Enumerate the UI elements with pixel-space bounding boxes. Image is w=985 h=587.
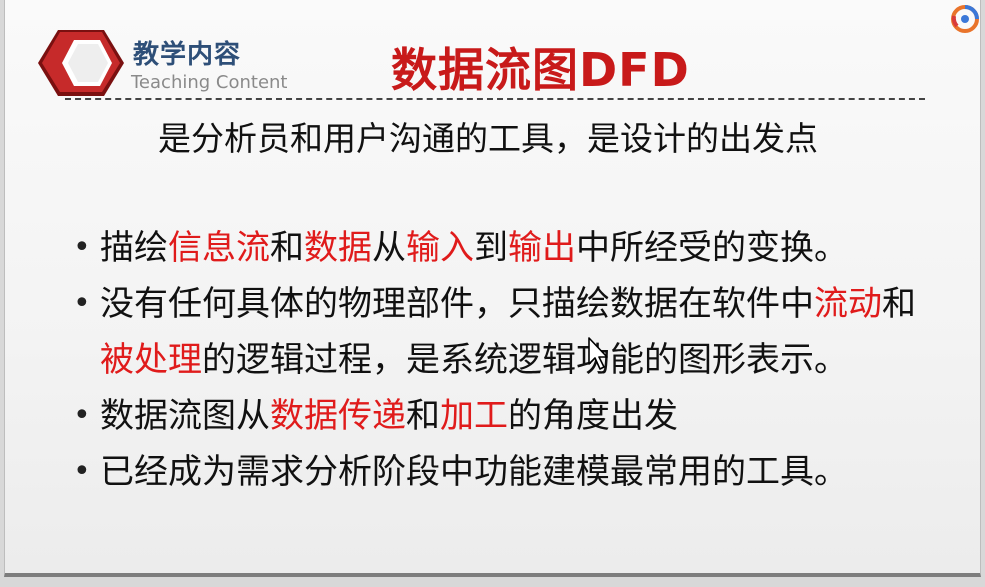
highlight-text: 信息流 [168, 228, 270, 268]
bullet-text: 从 [372, 228, 406, 268]
bullet-text: 和 [882, 284, 916, 324]
highlight-text: 输入 [406, 228, 474, 268]
bullet-text: 描绘 [100, 228, 168, 268]
bullet-text: 已经成为需求分析阶段中功能建模最常用的工具。 [100, 452, 848, 492]
bullet-text: 数据流图从 [100, 396, 270, 436]
hexagon-badge-icon [38, 30, 124, 96]
bullet-text: 和 [270, 228, 304, 268]
highlight-text: 加工 [440, 396, 508, 436]
section-title-en: Teaching Content [131, 72, 288, 93]
bullet-text: 和 [406, 396, 440, 436]
highlight-text: 输出 [508, 228, 576, 268]
highlight-text: 被处理 [100, 340, 202, 380]
section-title-cn: 教学内容 [133, 40, 242, 70]
bullet-dot-icon: • [73, 230, 91, 265]
slide: 教学内容 Teaching Content 数据流图DFD 是分析员和用户沟通的… [4, 0, 981, 577]
highlight-text: 流动 [814, 284, 882, 324]
bullet-text: 到 [474, 228, 508, 268]
bullet-text: 中所经受的变换。 [576, 228, 848, 268]
bullet-item: • 没有任何具体的物理部件，只描绘数据在软件中流动和被处理的逻辑过程，是系统逻辑功… [67, 276, 942, 388]
app-logo-icon[interactable] [950, 4, 980, 34]
mouse-cursor-icon [588, 337, 608, 370]
bullet-item: • 已经成为需求分析阶段中功能建模最常用的工具。 [67, 444, 942, 500]
bullet-dot-icon: • [73, 398, 91, 433]
bullet-text: 的角度出发 [508, 396, 678, 436]
bullet-text: 没有任何具体的物理部件，只描绘数据在软件中 [100, 284, 814, 324]
highlight-text: 数据 [304, 228, 372, 268]
header-divider [65, 98, 925, 100]
bullet-item: • 描绘信息流和数据从输入到输出中所经受的变换。 [67, 220, 942, 276]
bullet-text: 的逻辑过程，是系统逻辑功能的图形表示。 [202, 340, 848, 380]
slide-title: 数据流图DFD [391, 43, 690, 97]
bullet-list: • 描绘信息流和数据从输入到输出中所经受的变换。 • 没有任何具体的物理部件，只描绘数… [67, 220, 942, 500]
bullet-dot-icon: • [73, 454, 91, 489]
slide-subtitle: 是分析员和用户沟通的工具，是设计的出发点 [158, 119, 818, 158]
bullet-item: • 数据流图从数据传递和加工的角度出发 [67, 388, 942, 444]
bullet-dot-icon: • [73, 286, 91, 321]
highlight-text: 数据传递 [270, 396, 406, 436]
